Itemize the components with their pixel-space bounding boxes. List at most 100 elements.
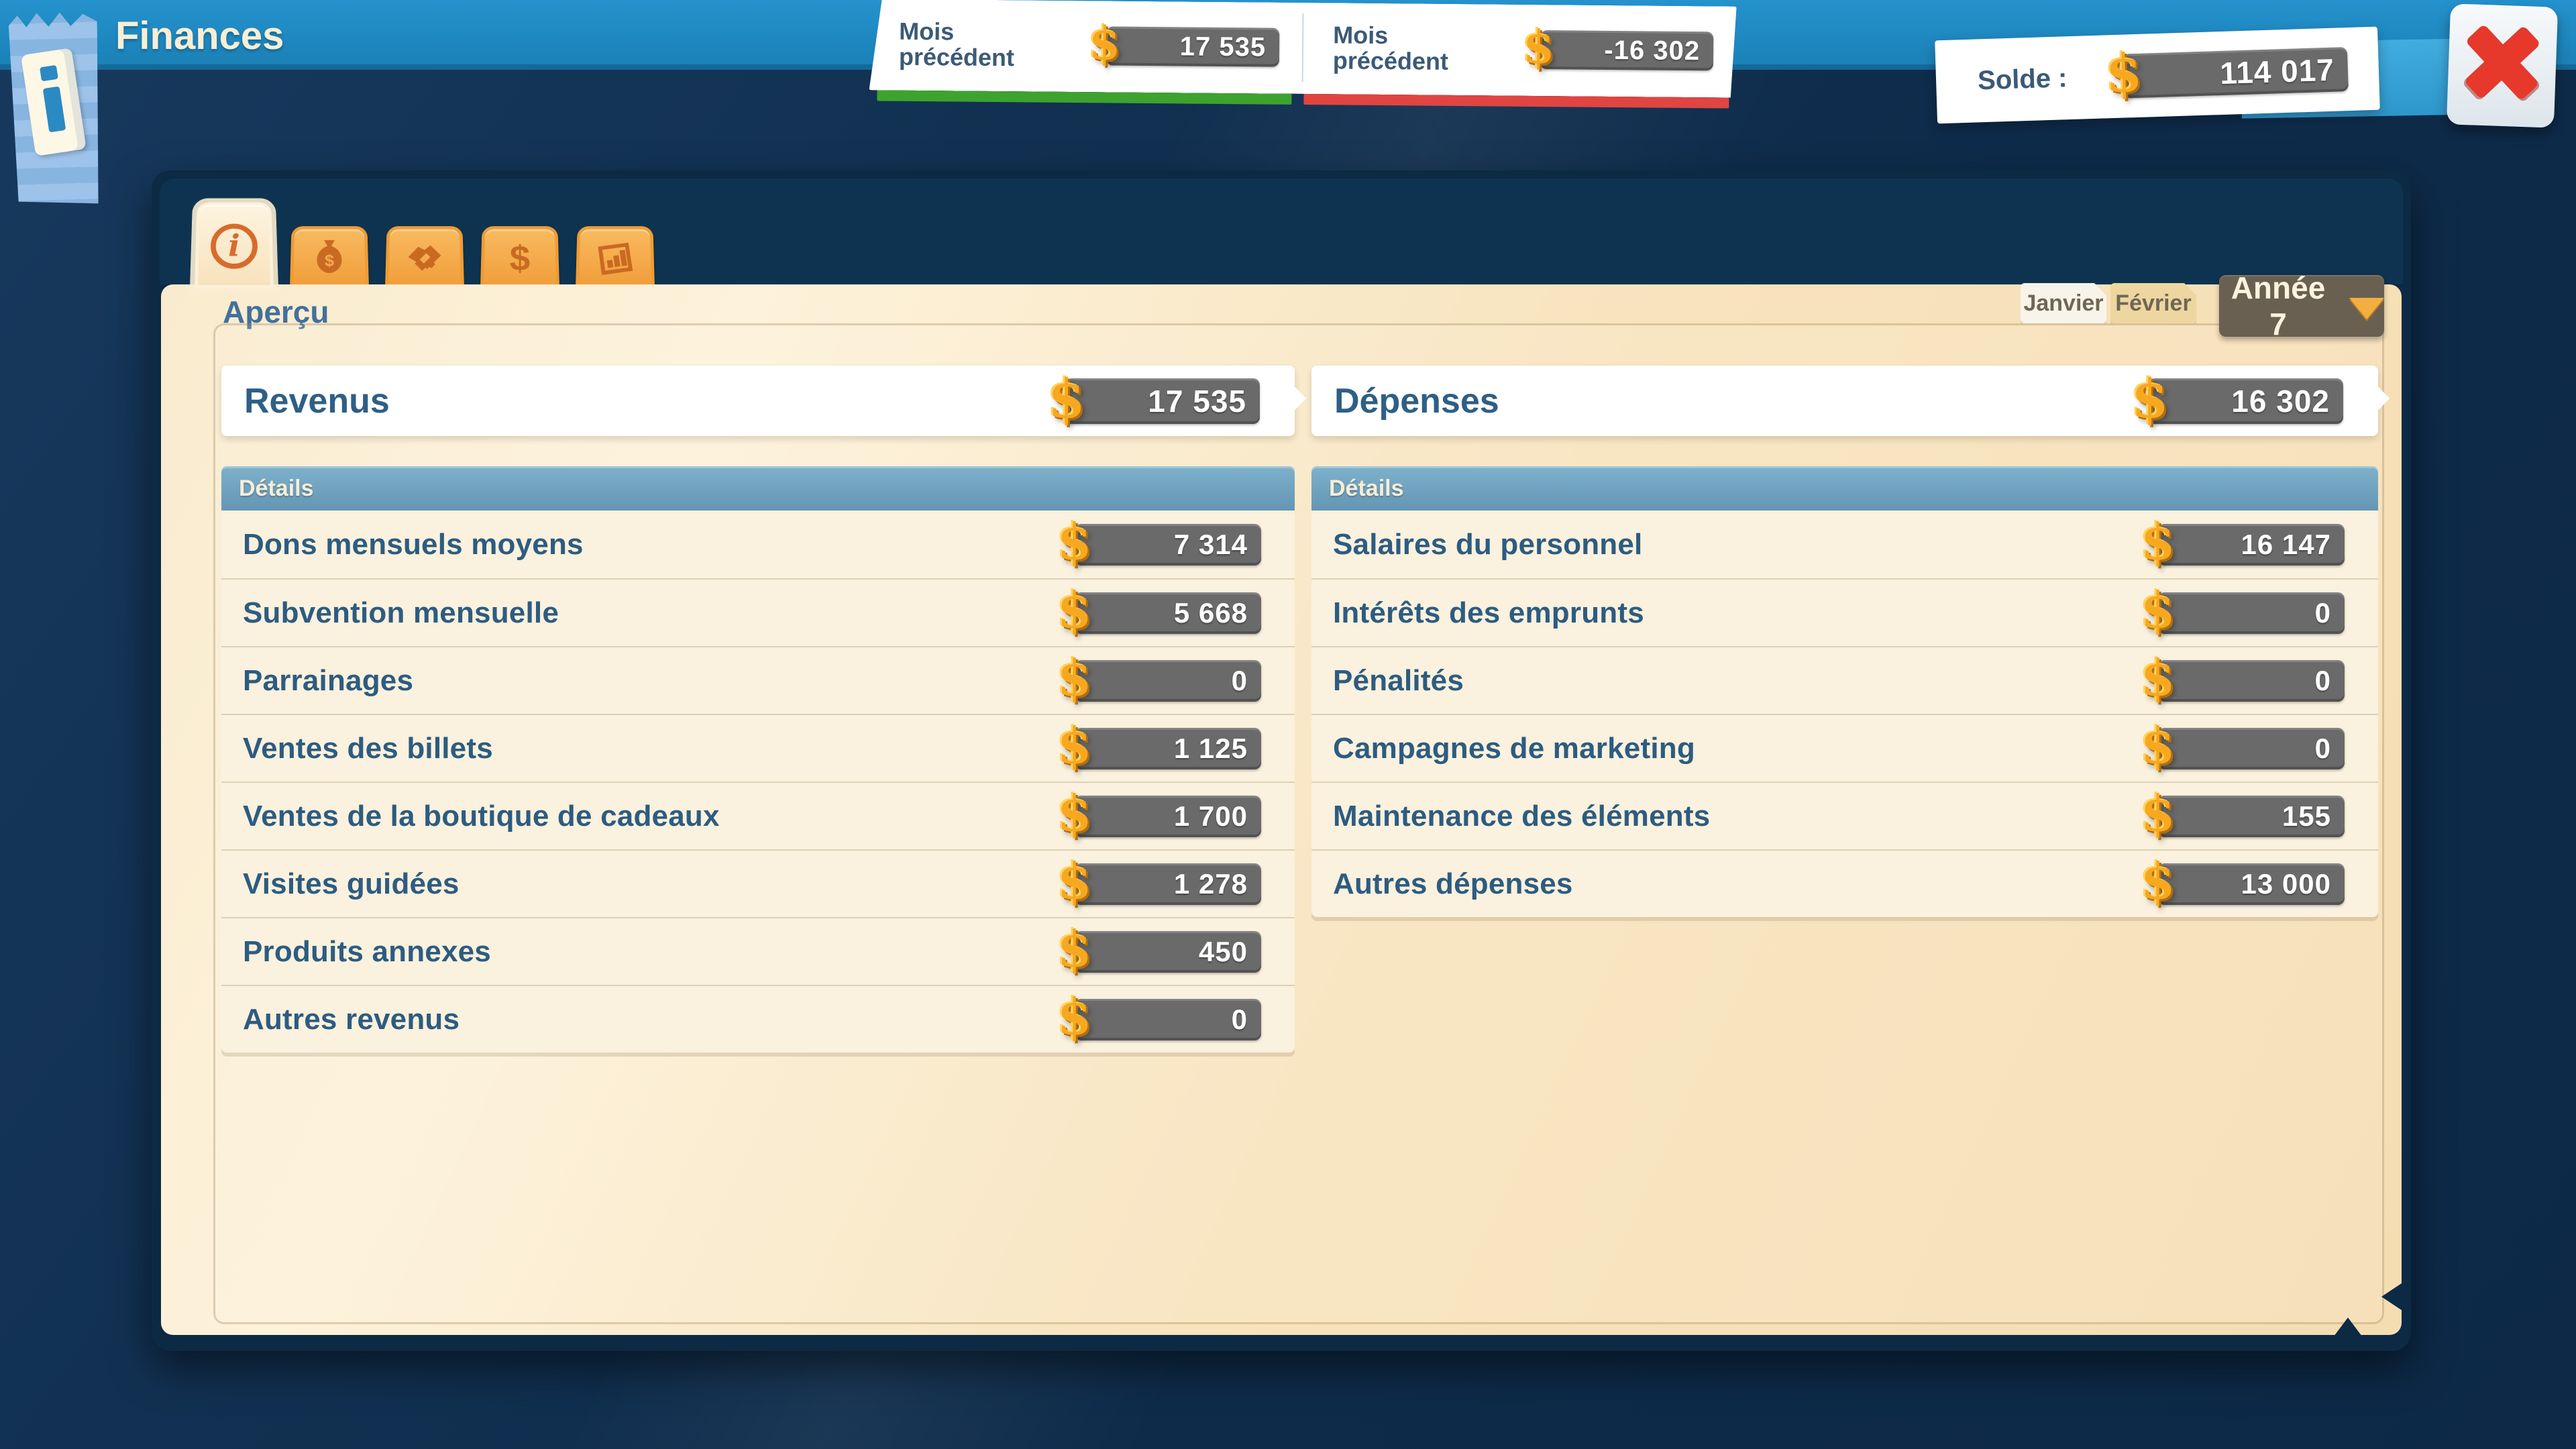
expenses-column: Dépenses $ 16 302 Détails Salaires du pe… (1311, 366, 2378, 917)
row-label: Pénalités (1333, 664, 1464, 698)
handshake-icon (401, 236, 448, 280)
row-value: 450 (1199, 936, 1248, 968)
resize-notch-bottom[interactable] (2332, 1318, 2364, 1339)
previous-month-income-label: Mois précédent (899, 19, 1062, 71)
revenues-details: Détails Dons mensuels moyens $7 314 Subv… (221, 466, 1295, 1053)
amount-pill: $13 000 (2158, 863, 2345, 905)
row-value: 0 (2315, 665, 2331, 697)
balance-pill: $ 114 017 (2123, 47, 2349, 98)
svg-text:$: $ (325, 252, 334, 270)
revenues-details-header: Détails (221, 466, 1295, 511)
month-button-janvier[interactable]: Janvier (2021, 283, 2106, 323)
amount-pill: $1 278 (1075, 863, 1261, 905)
overview-panel: Aperçu Janvier Février Année 7 Revenus $… (161, 284, 2402, 1335)
row-value: 1 700 (1174, 800, 1248, 833)
tab-income[interactable]: $ (290, 226, 369, 288)
amount-pill: $5 668 (1075, 592, 1261, 634)
row-label: Salaires du personnel (1333, 528, 1642, 561)
previous-month-expense-label: Mois précédent (1333, 23, 1496, 75)
dollar-icon: $ (1057, 513, 1092, 571)
amount-pill: $1 700 (1075, 796, 1261, 837)
dollar-icon: $ (1057, 988, 1092, 1046)
dollar-icon: $ (1048, 367, 1085, 430)
amount-pill: $0 (2158, 592, 2345, 634)
table-row: Intérêts des emprunts $0 (1311, 578, 2378, 646)
dollar-icon: $ (2141, 649, 2176, 707)
table-row: Maintenance des éléments $155 (1311, 782, 2378, 849)
previous-month-income: Mois précédent $ 17 535 (869, 0, 1302, 105)
dollar-icon: $ (1057, 649, 1092, 707)
tab-overview[interactable]: i (195, 203, 274, 288)
table-row: Ventes des billets $1 125 (221, 714, 1295, 782)
amount-pill: $0 (1075, 999, 1261, 1040)
tab-deals[interactable] (385, 226, 464, 288)
info-icon: i (211, 223, 258, 268)
row-label: Autres dépenses (1333, 867, 1573, 901)
row-value: 0 (1232, 665, 1248, 697)
revenues-total-value: 17 535 (1148, 383, 1246, 419)
expenses-rows: Salaires du personnel $16 147 Intérêts d… (1311, 511, 2378, 917)
table-row: Autres revenus $0 (221, 985, 1295, 1053)
table-row: Produits annexes $450 (221, 917, 1295, 985)
year-dropdown-label: Année 7 (2219, 270, 2337, 342)
window-title: Finances (115, 13, 284, 58)
tab-charts[interactable] (576, 226, 655, 288)
amount-pill: $0 (2158, 728, 2345, 769)
row-value: 16 147 (2241, 529, 2331, 561)
dollar-icon: $ (2141, 582, 2176, 639)
year-dropdown[interactable]: Année 7 (2219, 275, 2384, 337)
amount-pill: $16 147 (2158, 524, 2345, 566)
table-row: Subvention mensuelle $5 668 (221, 578, 1295, 646)
previous-month-income-pill: $ 17 535 (1106, 26, 1279, 66)
expenses-header-card: Dépenses $ 16 302 (1311, 366, 2378, 436)
book-icon (21, 48, 87, 156)
row-value: 155 (2282, 800, 2331, 833)
revenues-rows: Dons mensuels moyens $7 314 Subvention m… (221, 511, 1295, 1053)
balance-value: 114 017 (2219, 52, 2334, 91)
row-label: Ventes de la boutique de cadeaux (243, 800, 720, 833)
tab-pricing[interactable]: $ (480, 226, 559, 288)
row-value: 0 (1232, 1004, 1248, 1036)
dollar-icon: $ (1057, 785, 1092, 843)
dollar-icon: $ (2141, 853, 2176, 910)
table-row: Autres dépenses $13 000 (1311, 849, 2378, 917)
row-label: Intérêts des emprunts (1333, 596, 1644, 630)
dollar-icon: $ (1523, 21, 1555, 74)
row-label: Dons mensuels moyens (243, 528, 584, 561)
row-label: Produits annexes (243, 935, 491, 969)
revenues-column: Revenus $ 17 535 Détails Dons mensuels m… (221, 366, 1295, 1053)
table-row: Ventes de la boutique de cadeaux $1 700 (221, 782, 1295, 849)
revenues-header-card: Revenus $ 17 535 (221, 366, 1295, 436)
row-value: 5 668 (1174, 597, 1248, 629)
previous-month-expense-pill: $ -16 302 (1540, 30, 1713, 70)
dollar-icon: $ (1057, 920, 1092, 978)
dollar-icon: $ (1057, 853, 1092, 910)
row-value: 1 278 (1174, 868, 1248, 900)
previous-month-income-value: 17 535 (1180, 32, 1267, 62)
dollar-icon: $ (1057, 582, 1092, 639)
row-value: 13 000 (2241, 868, 2331, 900)
row-label: Subvention mensuelle (243, 596, 559, 630)
close-button[interactable] (2447, 3, 2558, 127)
revenues-title: Revenus (244, 381, 390, 421)
finances-window: i $ $ Aperçu Janvier Février Année (152, 170, 2411, 1351)
table-row: Pénalités $0 (1311, 646, 2378, 714)
row-value: 0 (2315, 597, 2331, 629)
resize-notch-right[interactable] (2381, 1281, 2406, 1313)
table-row: Visites guidées $1 278 (221, 849, 1295, 917)
amount-pill: $155 (2158, 796, 2345, 837)
bar-chart-icon (593, 237, 637, 279)
month-button-fevrier[interactable]: Février (2110, 283, 2196, 323)
dollar-icon: $ (2141, 717, 2176, 775)
balance-label: Solde : (1977, 63, 2068, 96)
table-row: Parrainages $0 (221, 646, 1295, 714)
table-row: Salaires du personnel $16 147 (1311, 511, 2378, 578)
row-label: Visites guidées (243, 867, 460, 901)
dollar-icon: $ (2141, 785, 2176, 843)
dollar-icon: $ (2104, 43, 2143, 105)
expenses-details-header: Détails (1311, 466, 2378, 511)
row-label: Parrainages (243, 664, 413, 698)
revenues-total-pill: $ 17 535 (1065, 378, 1260, 424)
row-value: 7 314 (1174, 529, 1248, 561)
expenses-total-pill: $ 16 302 (2149, 378, 2343, 424)
